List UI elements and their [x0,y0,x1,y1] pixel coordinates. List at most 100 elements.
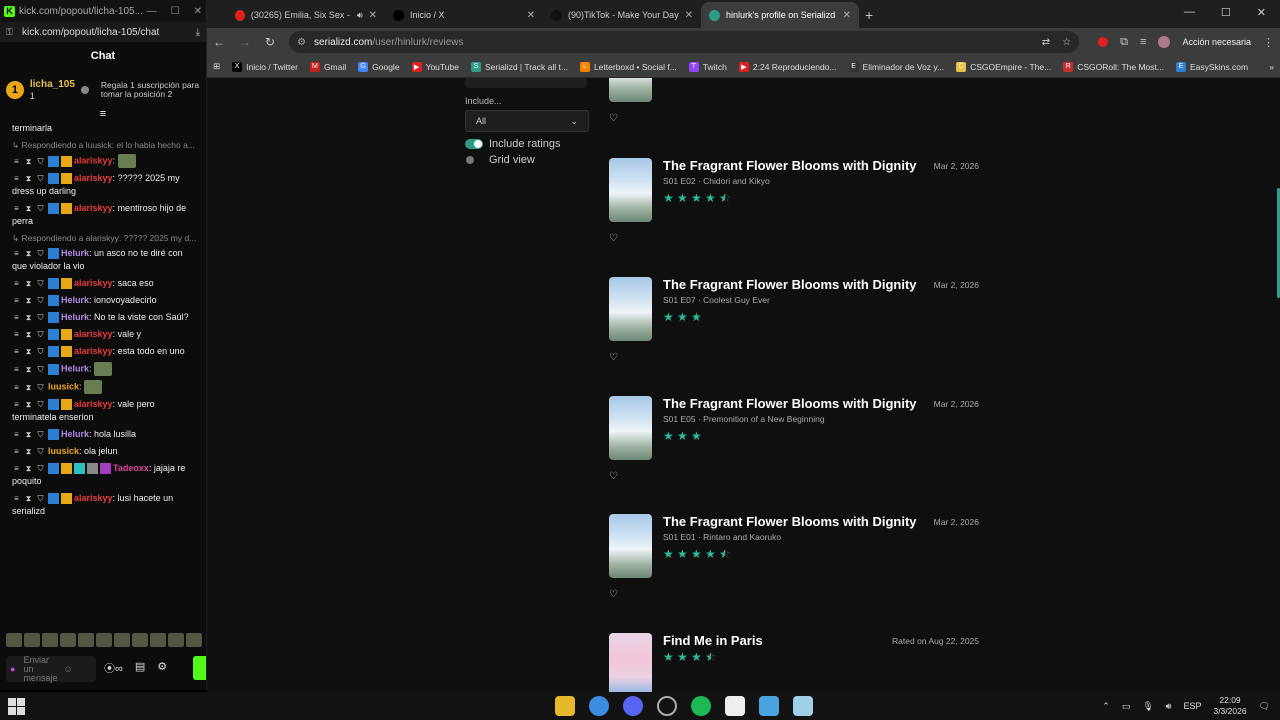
chrome-icon[interactable] [589,696,609,716]
chat-username[interactable]: alariskyy [74,278,113,288]
spotify-icon[interactable] [691,696,711,716]
chat-username[interactable]: alariskyy [74,173,113,183]
notepad-icon[interactable] [725,696,745,716]
chat-message[interactable]: ≡ ⧗ ⛉ alariskyy: vale pero terminatela ense… [0,396,206,426]
chat-username[interactable]: alariskyy [74,155,113,165]
chevron-up-icon[interactable]: ⌃ [1102,701,1110,712]
action-needed-button[interactable]: Acción necesaria [1182,37,1251,47]
show-title[interactable]: The Fragrant Flower Blooms with Dignity [663,396,917,411]
apps-icon[interactable]: ⊞ [213,61,220,72]
review-item[interactable]: The Fragrant Flower Blooms with Dignity M… [609,396,979,506]
site-settings-icon[interactable]: ⚙ [297,37,306,48]
new-tab-icon[interactable]: + [865,2,873,28]
review-item[interactable]: Find Me in Paris Rated on Aug 22, 2025 ★ ★ ★… [609,633,979,692]
chat-filter-icon[interactable]: ≡ [0,109,206,120]
chat-username[interactable]: alariskyy [74,329,113,339]
points-icon[interactable]: ⦿∞ [104,660,123,676]
bookmark-item[interactable]: T Twitch [688,61,727,72]
chat-message[interactable]: ≡ ⧗ ⛉ alariskyy: saca eso [0,275,206,292]
review-item[interactable]: The Fragrant Flower Blooms with Dignity M… [609,514,979,624]
bookmark-item[interactable]: ▶ YouTube [411,61,459,72]
show-poster[interactable] [609,396,652,460]
chat-message[interactable]: ≡ ⧗ ⛉ alariskyy: [0,152,206,170]
chat-message[interactable]: ≡ ⧗ ⛉ alariskyy: mentiroso hijo de perra [0,200,206,230]
show-title[interactable]: The Fragrant Flower Blooms with Dignity [663,514,917,529]
site-info-icon[interactable]: ⚿ [6,27,16,38]
steam-icon[interactable] [657,696,677,716]
close-icon[interactable]: ✕ [1257,6,1266,19]
like-heart-icon[interactable]: ♡ [609,113,618,124]
windows-start-icon[interactable] [6,696,26,716]
browser-tab[interactable]: (90)TikTok - Make Your Day ✕ [543,2,701,28]
close-icon[interactable]: ✕ [194,6,202,17]
discord-icon[interactable] [623,696,643,716]
chat-message[interactable]: ≡ ⧗ ⛉ alariskyy: vale y [0,326,206,343]
show-poster[interactable] [609,158,652,222]
chat-username[interactable]: alariskyy [74,399,113,409]
back-icon[interactable]: ← [213,35,225,49]
show-title[interactable]: The Fragrant Flower Blooms with Dignity [663,277,917,292]
toggle-switch-off[interactable] [465,155,483,165]
chat-message[interactable]: ≡ ⧗ ⛉ Tadeoxx: jajaja re poquito [0,460,206,490]
browser-tab[interactable]: (30265) Emilia, Six Sex - pa 🔊︎ ✕ [227,2,385,28]
app-icon[interactable] [759,696,779,716]
bookmark-item[interactable]: E Eliminador de Voz y... [848,61,944,72]
gift-leaderboard[interactable]: 1 licha_105 1 Regala 1 suscripción para … [0,70,206,110]
chat-message[interactable]: ≡ ⧗ ⛉ alariskyy: ????? 2025 my dress up dar… [0,170,206,200]
bookmark-item[interactable]: M Gmail [309,61,346,72]
file-explorer-icon[interactable] [555,696,575,716]
review-item[interactable]: The Fragrant Flower Blooms with Dignity M… [609,158,979,268]
menu-icon[interactable]: ⋮ [1263,36,1274,49]
chat-username[interactable]: Tadeoxx [113,463,149,473]
bookmark-item[interactable]: L Letterboxd • Social f... [579,61,677,72]
download-icon[interactable]: ⤓ [196,27,200,38]
emoji-icon[interactable]: ☺ [63,664,72,674]
chat-username[interactable]: Helurk [61,429,89,439]
bookmark-item[interactable]: E EasySkins.com [1175,61,1248,72]
show-poster[interactable] [609,633,652,692]
tray-app-icon[interactable]: ▭ [1122,701,1131,712]
microphone-icon[interactable]: ● [10,664,15,674]
maximize-icon[interactable]: ☐ [1221,6,1231,19]
show-title[interactable]: The Fragrant Flower Blooms with Dignity [663,158,917,173]
chat-username[interactable]: Helurk [61,312,89,322]
clock[interactable]: 22:09 3/3/2026 [1213,695,1246,717]
settings-icon[interactable]: ⚙ [157,660,167,676]
chat-username[interactable]: alariskyy [74,493,113,503]
like-heart-icon[interactable]: ♡ [609,233,618,244]
browser-tab[interactable]: Inicio / X ✕ [385,2,543,28]
show-title[interactable]: Find Me in Paris [663,633,763,648]
more-bookmarks-icon[interactable]: » [1269,62,1274,72]
include-ratings-toggle[interactable]: Include ratings [465,138,561,150]
chat-message[interactable]: ≡ ⧗ ⛉ Helurk: No te la viste con Saúl? [0,309,206,326]
close-tab-icon[interactable]: ✕ [685,10,693,21]
chat-username[interactable]: alariskyy [74,203,113,213]
grid-view-toggle[interactable]: Grid view [465,154,535,166]
chat-input[interactable]: ● Enviar un mensaje ☺ [6,655,96,682]
address-bar[interactable]: ⚙ serializd.com /user/hinlurk/reviews ⇄ … [289,31,1080,53]
bookmark-star-icon[interactable]: ☆ [1062,37,1071,48]
kick-url-bar[interactable]: ⚿ kick.com/popout/licha-105/chat ⤓ [0,22,206,42]
close-tab-icon[interactable]: ✕ [843,10,851,21]
chat-username[interactable]: Helurk [61,295,89,305]
chat-message[interactable]: ≡ ⧗ ⛉ luusick: [0,378,206,396]
mic-icon[interactable]: 🎙︎ [1142,701,1153,712]
chat-message[interactable]: ≡ ⧗ ⛉ alariskyy: lusi hacete un serializd [0,490,206,520]
chat-username[interactable]: Helurk [61,248,89,258]
show-poster[interactable] [609,514,652,578]
minimize-icon[interactable]: — [147,6,157,17]
bookmark-item[interactable]: X Inicio / Twitter [232,61,298,72]
notifications-icon[interactable]: 🗨︎ [1259,701,1270,712]
minimize-icon[interactable]: — [1184,6,1195,19]
chat-message[interactable]: ≡ ⧗ ⛉ luusick: ola jelun [0,443,206,460]
toggle-switch-on[interactable] [465,139,483,149]
like-heart-icon[interactable]: ♡ [609,471,618,482]
like-heart-icon[interactable]: ♡ [609,352,618,363]
show-poster[interactable] [609,277,652,341]
browser-tab[interactable]: hinlurk's profile on Serializd ✕ [701,2,859,28]
like-heart-icon[interactable]: ♡ [609,589,618,600]
chat-username[interactable]: alariskyy [74,346,113,356]
chat-message[interactable]: ≡ ⧗ ⛉ Helurk: [0,360,206,378]
extensions-icon[interactable]: ⧉ [1120,36,1128,49]
chat-message[interactable]: ≡ ⧗ ⛉ Helurk: hola lusilla [0,426,206,443]
